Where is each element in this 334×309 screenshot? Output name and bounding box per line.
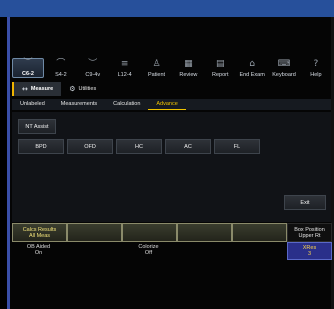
review-icon: ▦ (184, 59, 193, 69)
probe-l12-4-button[interactable]: ≡ L12-4 (110, 59, 140, 79)
probe-c9-4v-button[interactable]: ︶ C9-4v (78, 59, 108, 79)
tab-unlabeled[interactable]: Unlabeled (12, 99, 53, 110)
bpd-button[interactable]: BPD (18, 139, 64, 154)
softkey-value: On (34, 250, 43, 256)
report-label: Report (211, 72, 229, 78)
probe-label: C6-2 (22, 71, 34, 77)
patient-label: Patient (147, 72, 166, 78)
gear-icon: ⚙ (69, 85, 76, 93)
keyboard-icon: ⌨ (277, 59, 291, 69)
probe-s4-2-button[interactable]: ⌒ S4-2 (46, 59, 76, 79)
softkey-empty-2[interactable] (122, 223, 177, 242)
measure-subtabs: Unlabeled Measurements Calculation Advan… (12, 99, 331, 110)
measure-tab[interactable]: ↔ Measure (12, 82, 62, 96)
probe-c6-2-button[interactable]: ︶ C6-2 (12, 58, 44, 78)
calcs-results-softkey[interactable]: Calcs Results All Meas (12, 223, 67, 242)
report-button[interactable]: ▤ Report (205, 59, 235, 79)
review-button[interactable]: ▦ Review (173, 59, 203, 79)
review-label: Review (179, 72, 198, 78)
ac-button[interactable]: AC (165, 139, 211, 154)
ruler-icon: ↔ (22, 85, 28, 93)
probe-c-icon: ︶ (88, 59, 98, 69)
help-icon: ? (313, 59, 319, 69)
softkey-empty-3[interactable] (177, 223, 232, 242)
probe-s-icon: ⌒ (56, 59, 66, 69)
softkey-value: All Meas (28, 232, 51, 239)
top-title-bar (0, 0, 334, 17)
end-exam-icon: ⌂ (249, 59, 255, 69)
probe-c-icon: ︶ (23, 58, 33, 68)
probe-label: C9-4v (85, 72, 101, 78)
softkey-bar: Calcs Results All Meas Box Position Uppe… (12, 223, 332, 260)
patient-button[interactable]: ♙ Patient (142, 59, 172, 79)
xres-softkey[interactable]: XRes 3 (287, 242, 332, 260)
patient-icon: ♙ (152, 59, 161, 69)
probe-l-icon: ≡ (120, 59, 129, 69)
utilities-tab[interactable]: ⚙ Utilities (61, 82, 104, 96)
exit-button[interactable]: Exit (284, 195, 326, 210)
tab-measurements[interactable]: Measurements (53, 99, 105, 110)
softkey-value: Upper Rt (298, 232, 321, 239)
report-icon: ▤ (215, 59, 225, 69)
mode-bar: ↔ Measure ⚙ Utilities (12, 82, 331, 96)
top-toolbar: ︶ C6-2 ⌒ S4-2 ︶ C9-4v ≡ L12-4 ♙ Patient … (12, 56, 331, 78)
end-exam-label: End Exam (239, 72, 265, 78)
tab-calculation[interactable]: Calculation (105, 99, 148, 110)
help-label: Help (310, 72, 322, 78)
hc-button[interactable]: HC (116, 139, 162, 154)
left-border (7, 17, 10, 309)
ofd-button[interactable]: OFD (67, 139, 113, 154)
softkey-empty-4[interactable] (232, 223, 287, 242)
probe-label: S4-2 (55, 72, 67, 78)
nt-assist-button[interactable]: NT Assist (18, 119, 56, 134)
help-button[interactable]: ? Help (301, 59, 331, 79)
box-position-softkey[interactable]: Box Position Upper Rt (287, 223, 332, 242)
softkey-value: 3 (307, 251, 312, 257)
probe-label: L12-4 (117, 72, 132, 78)
utilities-label: Utilities (78, 86, 97, 92)
end-exam-button[interactable]: ⌂ End Exam (237, 59, 267, 79)
keyboard-button[interactable]: ⌨ Keyboard (269, 59, 299, 79)
measure-panel: NT Assist BPD OFD HC AC FL Exit (12, 112, 331, 222)
tab-advance[interactable]: Advance (148, 99, 186, 110)
softkey-value: Off (144, 250, 153, 256)
measure-label: Measure (30, 86, 54, 92)
softkey-empty-1[interactable] (67, 223, 122, 242)
ob-aided-softkey[interactable]: OB Aided On (12, 242, 65, 258)
keyboard-label: Keyboard (272, 72, 296, 78)
fl-button[interactable]: FL (214, 139, 260, 154)
colorize-softkey[interactable]: Colorize Off (122, 242, 175, 258)
